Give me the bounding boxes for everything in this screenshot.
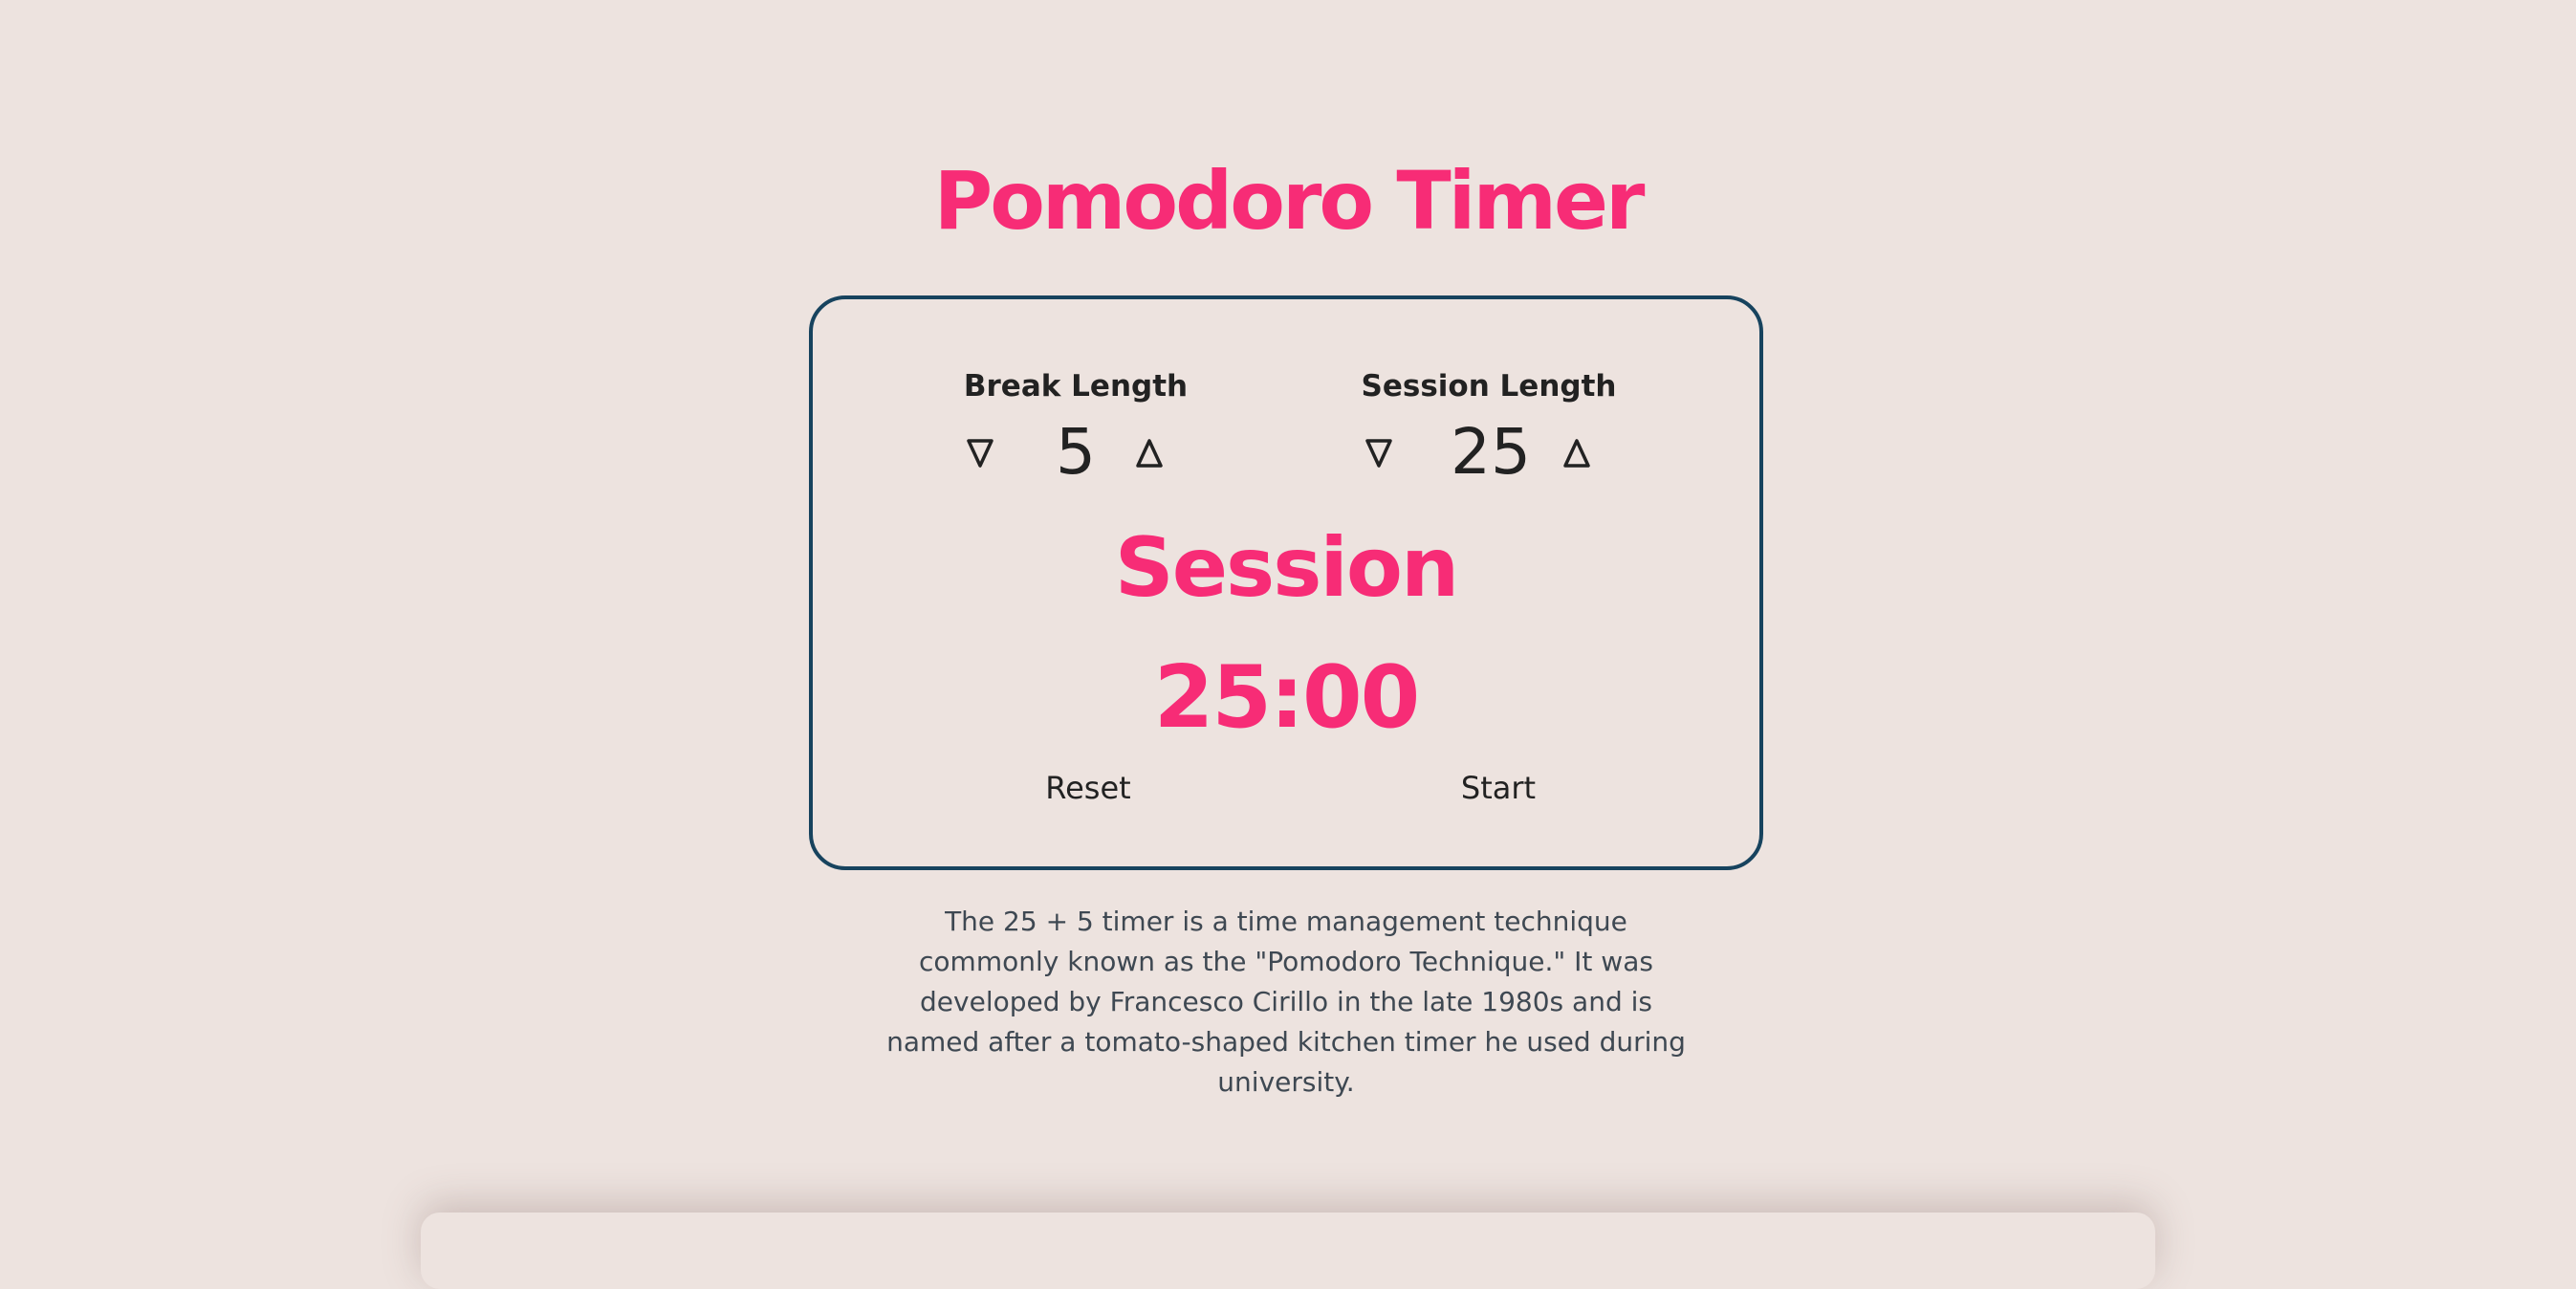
reset-button[interactable]: Reset bbox=[983, 764, 1193, 812]
session-increment-button[interactable] bbox=[1548, 425, 1605, 482]
session-length-value: 25 bbox=[1451, 415, 1531, 489]
triangle-down-icon bbox=[967, 439, 993, 468]
timer-card: Break Length 5 Session Length 25 Session… bbox=[809, 295, 1763, 870]
triangle-up-icon bbox=[1136, 439, 1163, 468]
session-decrement-button[interactable] bbox=[1350, 425, 1408, 482]
time-left-display: 25:00 bbox=[1153, 647, 1420, 748]
bottom-panel-edge bbox=[421, 1213, 2155, 1289]
triangle-up-icon bbox=[1563, 439, 1590, 468]
break-length-label: Break Length bbox=[963, 369, 1189, 404]
break-increment-button[interactable] bbox=[1121, 425, 1178, 482]
timer-label: Session bbox=[1114, 520, 1459, 616]
description-text: The 25 + 5 timer is a time management te… bbox=[886, 906, 1686, 1098]
triangle-down-icon bbox=[1365, 439, 1392, 468]
page-title: Pomodoro Timer bbox=[933, 154, 1646, 248]
start-button[interactable]: Start bbox=[1393, 764, 1604, 812]
session-length-label: Session Length bbox=[1361, 369, 1617, 404]
